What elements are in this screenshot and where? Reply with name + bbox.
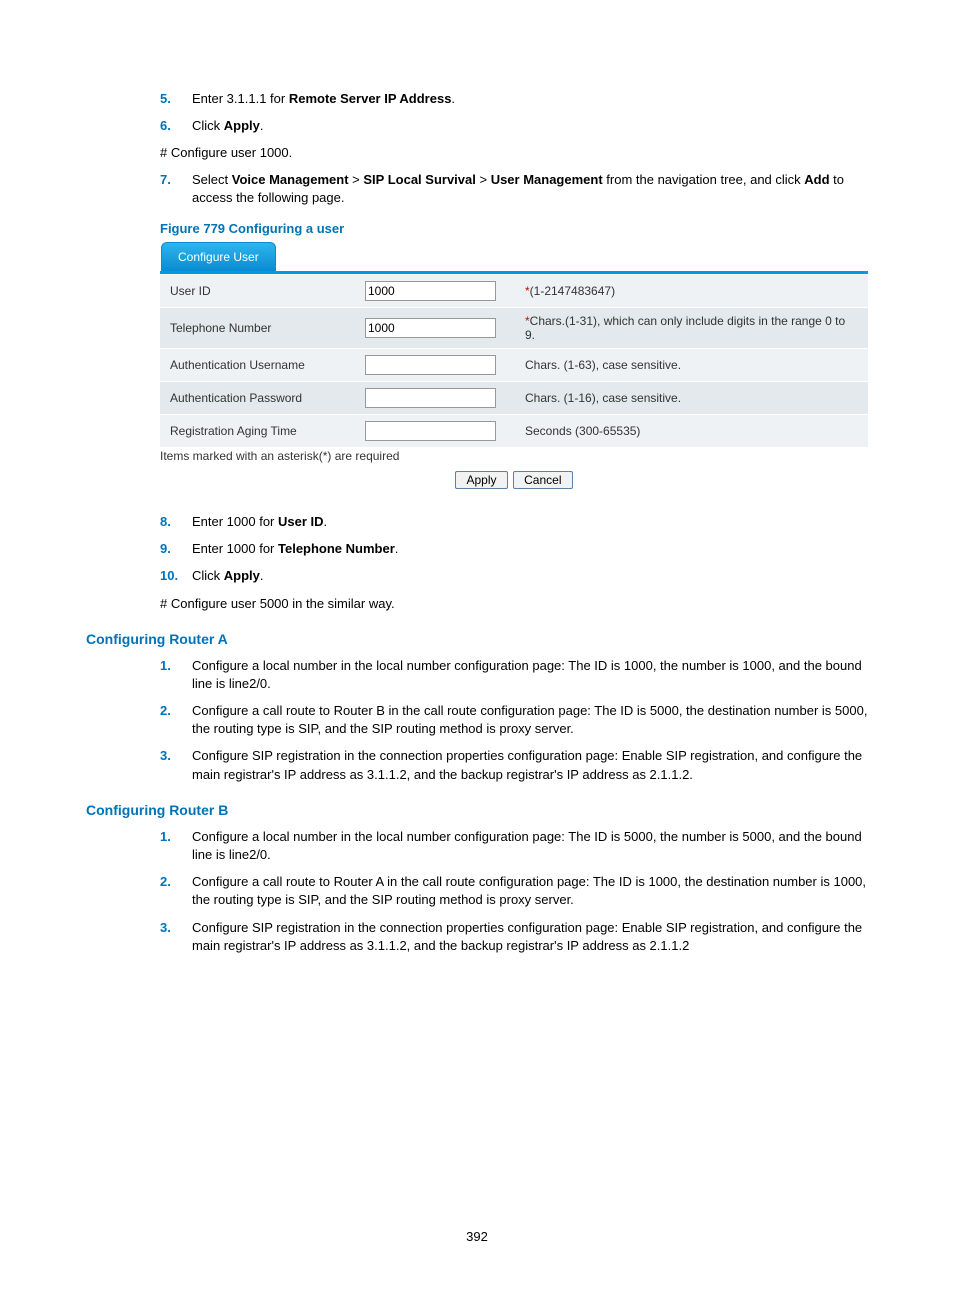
step-number: 6.: [160, 117, 192, 135]
step-number: 3.: [160, 747, 192, 783]
heading-router-b: Configuring Router B: [86, 802, 868, 818]
router-b-step-1: 1. Configure a local number in the local…: [86, 828, 868, 864]
text: Click: [192, 118, 224, 133]
text: from the navigation tree, and click: [603, 172, 805, 187]
step-body: Enter 3.1.1.1 for Remote Server IP Addre…: [192, 90, 868, 108]
router-b-step-2: 2. Configure a call route to Router A in…: [86, 873, 868, 909]
auth-username-input[interactable]: [365, 355, 496, 375]
row-auth-username: Authentication Username Chars. (1-63), c…: [160, 348, 868, 381]
bold: SIP Local Survival: [363, 172, 475, 187]
text: Enter 1000 for: [192, 514, 278, 529]
bold: Voice Management: [232, 172, 349, 187]
apply-button[interactable]: Apply: [455, 471, 507, 489]
step-number: 5.: [160, 90, 192, 108]
step-body: Configure SIP registration in the connec…: [192, 747, 868, 783]
text: >: [476, 172, 491, 187]
bold: User ID: [278, 514, 324, 529]
hint: Chars.(1-31), which can only include dig…: [525, 314, 845, 342]
text: .: [395, 541, 399, 556]
row-telephone-number: Telephone Number *Chars.(1-31), which ca…: [160, 307, 868, 348]
bold: Telephone Number: [278, 541, 395, 556]
label: Registration Aging Time: [160, 414, 355, 447]
button-row: Apply Cancel: [160, 471, 868, 489]
step-9: 9. Enter 1000 for Telephone Number.: [86, 540, 868, 558]
step-number: 7.: [160, 171, 192, 207]
row-user-id: User ID *(1-2147483647): [160, 274, 868, 307]
step-number: 1.: [160, 828, 192, 864]
user-id-input[interactable]: [365, 281, 496, 301]
page-number: 392: [0, 1229, 954, 1244]
figure-caption: Figure 779 Configuring a user: [160, 221, 868, 236]
label: User ID: [160, 274, 355, 307]
step-body: Configure a local number in the local nu…: [192, 657, 868, 693]
step-number: 1.: [160, 657, 192, 693]
step-body: Configure a local number in the local nu…: [192, 828, 868, 864]
bold: Apply: [224, 118, 260, 133]
step-body: Enter 1000 for Telephone Number.: [192, 540, 868, 558]
router-a-step-1: 1. Configure a local number in the local…: [86, 657, 868, 693]
step-8: 8. Enter 1000 for User ID.: [86, 513, 868, 531]
hint: Chars. (1-63), case sensitive.: [525, 358, 681, 372]
step-body: Click Apply.: [192, 567, 868, 585]
step-6: 6. Click Apply.: [86, 117, 868, 135]
text: Enter 3.1.1.1 for: [192, 91, 289, 106]
comment-line: # Configure user 1000.: [160, 144, 868, 162]
bold: Remote Server IP Address: [289, 91, 452, 106]
step-number: 10.: [160, 567, 192, 585]
step-number: 2.: [160, 873, 192, 909]
text: >: [349, 172, 364, 187]
step-number: 9.: [160, 540, 192, 558]
router-b-step-3: 3. Configure SIP registration in the con…: [86, 919, 868, 955]
comment-line: # Configure user 5000 in the similar way…: [160, 595, 868, 613]
step-7: 7. Select Voice Management > SIP Local S…: [86, 171, 868, 207]
step-number: 3.: [160, 919, 192, 955]
required-note: Items marked with an asterisk(*) are req…: [160, 449, 868, 463]
step-5: 5. Enter 3.1.1.1 for Remote Server IP Ad…: [86, 90, 868, 108]
telephone-number-input[interactable]: [365, 318, 496, 338]
step-number: 8.: [160, 513, 192, 531]
router-a-step-3: 3. Configure SIP registration in the con…: [86, 747, 868, 783]
step-number: 2.: [160, 702, 192, 738]
text: .: [260, 118, 264, 133]
form-table: User ID *(1-2147483647) Telephone Number…: [160, 274, 868, 447]
step-body: Configure a call route to Router B in th…: [192, 702, 868, 738]
text: .: [324, 514, 328, 529]
step-body: Click Apply.: [192, 117, 868, 135]
text: Enter 1000 for: [192, 541, 278, 556]
cancel-button[interactable]: Cancel: [513, 471, 572, 489]
step-body: Configure SIP registration in the connec…: [192, 919, 868, 955]
hint: (1-2147483647): [530, 284, 615, 298]
aging-time-input[interactable]: [365, 421, 496, 441]
bold: Apply: [224, 568, 260, 583]
tab-configure-user[interactable]: Configure User: [161, 242, 276, 271]
router-a-step-2: 2. Configure a call route to Router B in…: [86, 702, 868, 738]
row-aging-time: Registration Aging Time Seconds (300-655…: [160, 414, 868, 447]
step-body: Enter 1000 for User ID.: [192, 513, 868, 531]
step-body: Configure a call route to Router A in th…: [192, 873, 868, 909]
tab-header: Configure User: [160, 242, 868, 274]
heading-router-a: Configuring Router A: [86, 631, 868, 647]
bold: Add: [804, 172, 829, 187]
configure-user-panel: Configure User User ID *(1-2147483647) T…: [160, 242, 868, 489]
text: Click: [192, 568, 224, 583]
row-auth-password: Authentication Password Chars. (1-16), c…: [160, 381, 868, 414]
label: Telephone Number: [160, 307, 355, 348]
text: .: [451, 91, 455, 106]
step-10: 10. Click Apply.: [86, 567, 868, 585]
hint: Seconds (300-65535): [525, 424, 640, 438]
label: Authentication Username: [160, 348, 355, 381]
text: Select: [192, 172, 232, 187]
hint: Chars. (1-16), case sensitive.: [525, 391, 681, 405]
step-body: Select Voice Management > SIP Local Surv…: [192, 171, 868, 207]
text: .: [260, 568, 264, 583]
label: Authentication Password: [160, 381, 355, 414]
auth-password-input[interactable]: [365, 388, 496, 408]
bold: User Management: [491, 172, 603, 187]
